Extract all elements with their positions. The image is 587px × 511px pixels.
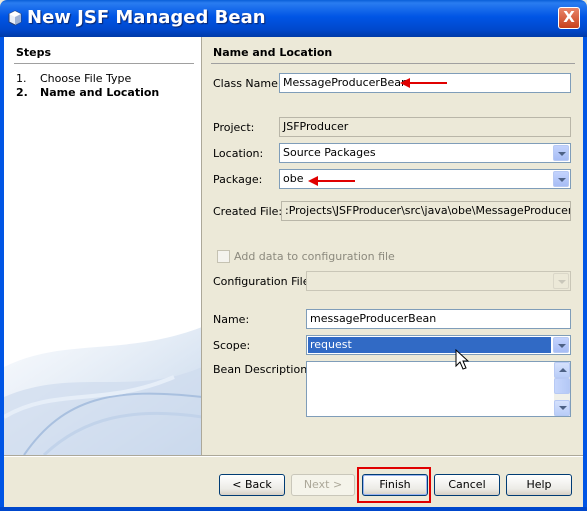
step-label: Choose File Type (40, 72, 132, 85)
scroll-thumb[interactable] (554, 378, 570, 394)
cancel-button[interactable]: Cancel (434, 474, 500, 496)
chevron-down-icon[interactable] (553, 337, 569, 353)
dialog-window: New JSF Managed Bean X Steps 1. Choose Fi… (0, 0, 587, 511)
config-file-combo[interactable] (306, 271, 571, 291)
config-file-label: Configuration File: (213, 275, 314, 288)
bean-description-label: Bean Description: (213, 363, 311, 376)
location-label: Location: (213, 147, 264, 160)
package-label: Package: (213, 173, 263, 186)
step-label: Name and Location (40, 86, 160, 99)
project-field: JSFProducer (279, 117, 571, 137)
red-arrow-icon (308, 176, 355, 186)
scope-label: Scope: (213, 339, 251, 352)
name-label: Name: (213, 313, 250, 326)
scroll-down-icon[interactable] (554, 400, 570, 416)
window-title: New JSF Managed Bean (27, 7, 266, 28)
window-frame-bottom (0, 507, 587, 511)
step-item-2: 2. Name and Location (16, 86, 160, 99)
add-config-checkbox[interactable] (217, 250, 230, 263)
close-icon[interactable]: X (558, 7, 580, 29)
location-combo[interactable]: Source Packages (279, 143, 571, 163)
scope-selected-value: request (308, 337, 551, 353)
mouse-cursor-icon (455, 349, 469, 370)
back-button[interactable]: < Back (219, 474, 285, 496)
add-config-label: Add data to configuration file (234, 250, 395, 263)
name-input[interactable]: messageProducerBean (306, 309, 571, 329)
bean-description-textarea[interactable] (306, 361, 571, 417)
chevron-down-icon[interactable] (553, 145, 569, 161)
description-scrollbar[interactable] (554, 362, 570, 416)
bean-icon (8, 10, 22, 26)
created-file-field: :Projects\JSFProducer\src\java\obe\Messa… (281, 201, 571, 221)
help-button[interactable]: Help (506, 474, 572, 496)
decorative-swoosh (4, 327, 201, 455)
content-panel: Name and Location Class Name: MessagePro… (202, 37, 583, 455)
next-button[interactable]: Next > (291, 474, 355, 496)
scroll-up-icon[interactable] (554, 362, 570, 378)
chevron-down-icon[interactable] (553, 171, 569, 187)
steps-panel: Steps 1. Choose File Type 2. Name and Loca… (4, 37, 202, 455)
finish-highlight-box (357, 467, 431, 503)
chevron-down-icon (553, 273, 569, 289)
steps-heading: Steps (16, 46, 52, 59)
title-bar[interactable]: New JSF Managed Bean X (0, 0, 587, 37)
section-divider (211, 63, 575, 64)
button-bar-divider (4, 455, 583, 457)
scope-combo[interactable]: request (306, 335, 571, 355)
created-file-label: Created File: (213, 205, 283, 218)
steps-divider (14, 63, 194, 64)
window-frame-right (583, 37, 587, 511)
step-item-1: 1. Choose File Type (16, 72, 132, 85)
class-name-label: Class Name: (213, 77, 282, 90)
section-heading: Name and Location (213, 46, 333, 59)
red-arrow-icon (400, 78, 447, 88)
project-label: Project: (213, 121, 255, 134)
